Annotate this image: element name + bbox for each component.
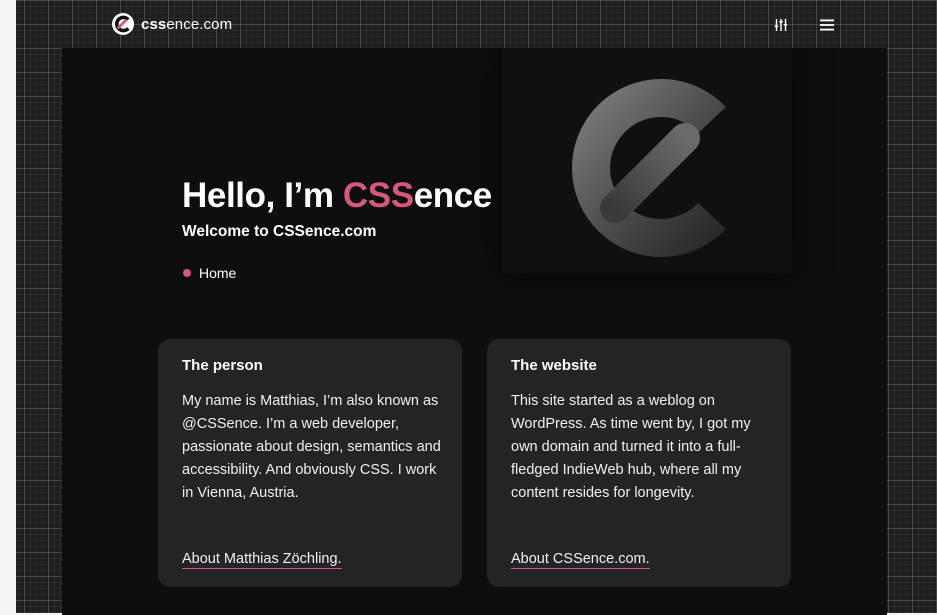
sliders-icon xyxy=(774,19,788,31)
settings-button[interactable] xyxy=(770,14,792,36)
page-edge xyxy=(0,0,16,615)
breadcrumb-dot-icon xyxy=(183,269,191,277)
website-card-title: The website xyxy=(511,357,597,374)
about-matthias-link[interactable]: About Matthias Zöchling. xyxy=(182,551,342,569)
person-card-title: The person xyxy=(182,357,263,374)
breadcrumb-home-link[interactable]: Home xyxy=(199,265,236,281)
site-header: cssence.com xyxy=(16,0,937,48)
menu-button[interactable] xyxy=(816,14,838,36)
main-panel: Hello, I’m CSSence Welcome to CSSence.co… xyxy=(62,48,887,615)
page-title: Hello, I’m CSSence xyxy=(182,176,492,215)
page-subtitle: Welcome to CSSence.com xyxy=(182,223,377,240)
cssence-hero-logo-icon xyxy=(572,79,726,257)
person-card-body: My name is Matthias, I’m also known as @… xyxy=(182,393,441,501)
website-card-body: This site started as a weblog on WordPre… xyxy=(511,393,751,501)
page-title-accent: CSS xyxy=(342,176,414,215)
site-logo-text: cssence.com xyxy=(141,15,233,33)
about-cssence-link[interactable]: About CSSence.com. xyxy=(511,551,650,569)
site-logo-link[interactable]: cssence.com xyxy=(112,13,232,35)
hamburger-menu-icon xyxy=(820,19,834,31)
cssence-logo-icon xyxy=(112,13,134,35)
website-card: The website This site started as a weblo… xyxy=(487,339,791,587)
person-card: The person My name is Matthias, I’m also… xyxy=(158,339,462,587)
breadcrumb: Home xyxy=(183,265,236,281)
